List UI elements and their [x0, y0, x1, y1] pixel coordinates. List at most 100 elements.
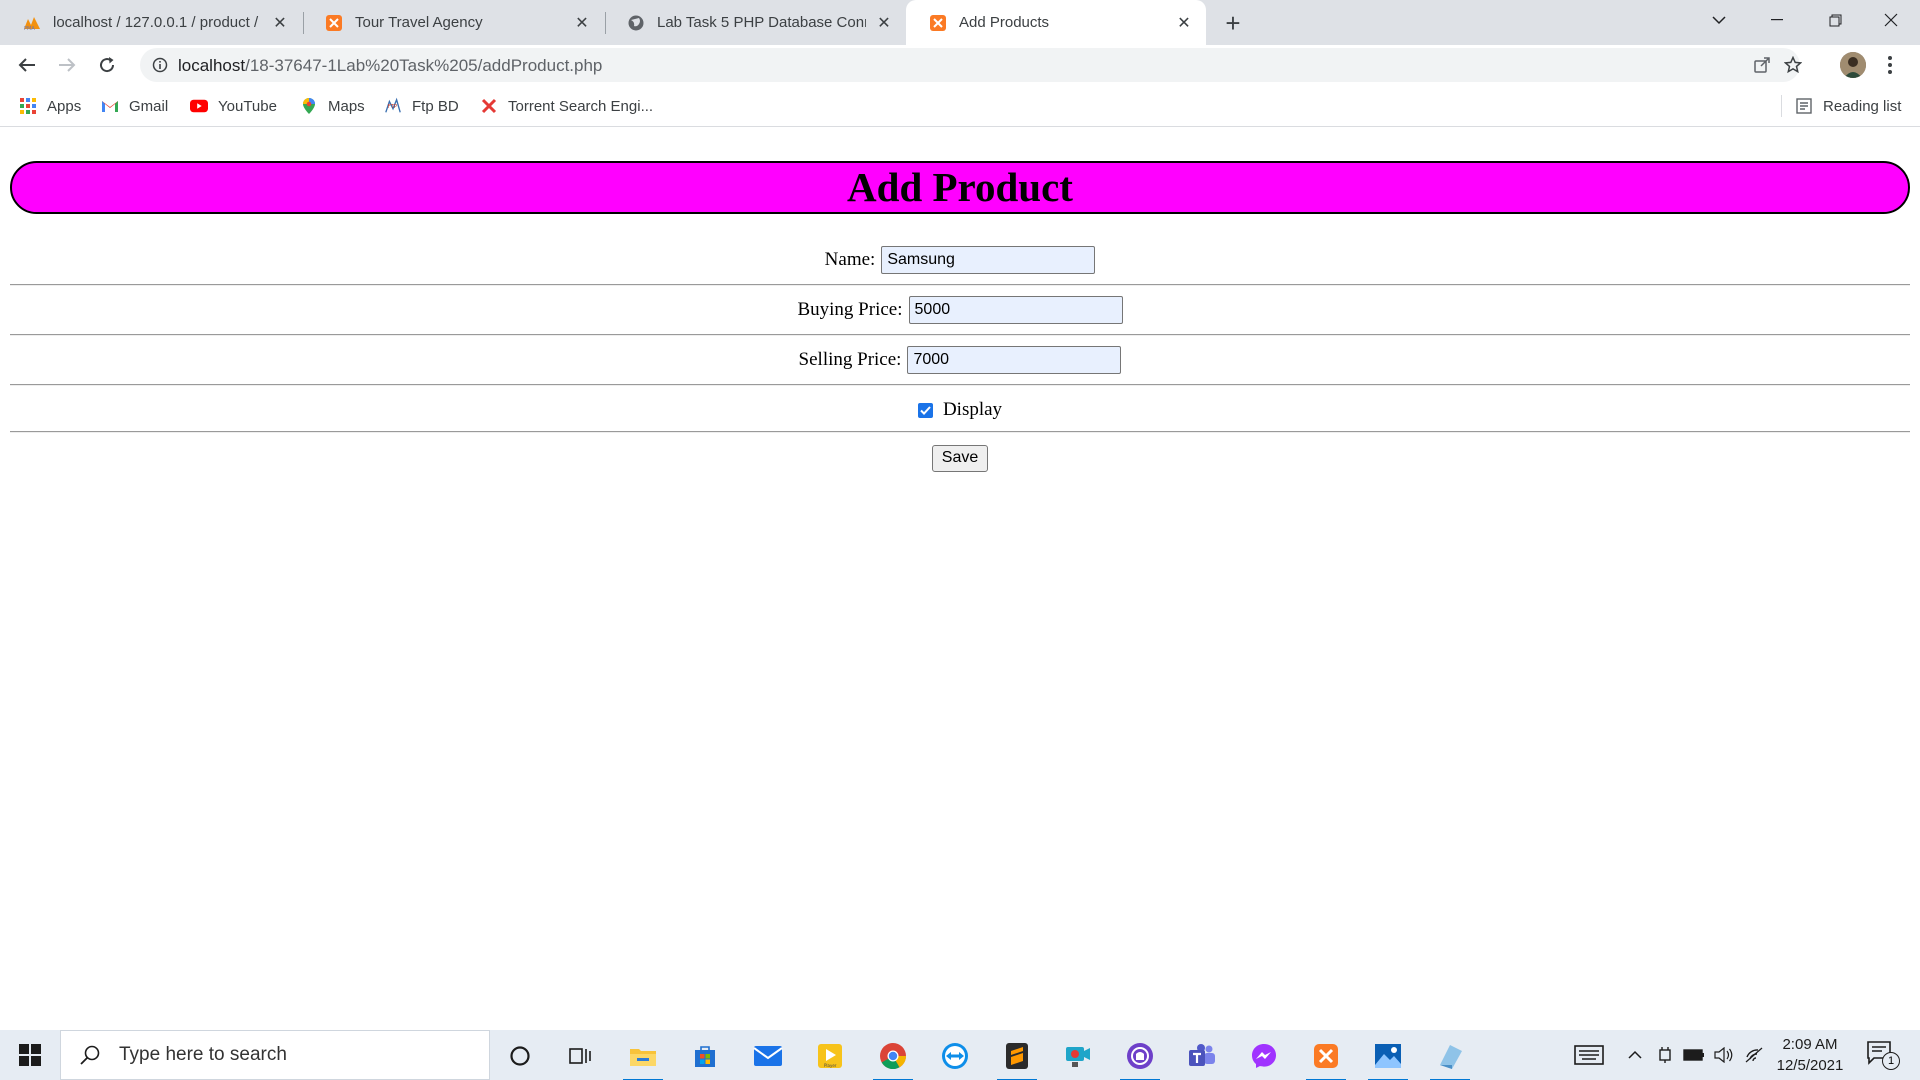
globe-icon: [626, 13, 646, 33]
divider: [10, 334, 1910, 336]
volume-icon[interactable]: [1712, 1042, 1736, 1068]
checkmark-icon: [920, 405, 931, 415]
page-content: Add Product Name: Buying Price: Selling …: [0, 128, 1920, 1030]
save-button[interactable]: Save: [931, 444, 989, 472]
close-icon[interactable]: ✕: [270, 13, 290, 33]
taskbar-search-box[interactable]: Type here to search: [60, 1030, 490, 1080]
notepad-app-icon[interactable]: [1426, 1035, 1474, 1080]
back-arrow-icon[interactable]: [13, 51, 41, 79]
reading-list-icon: [1795, 97, 1813, 115]
reload-icon[interactable]: [93, 51, 121, 79]
taskbar-clock[interactable]: 2:09 AM 12/5/2021: [1770, 1034, 1850, 1076]
media-player-icon[interactable]: Player: [806, 1035, 854, 1077]
bookmark-gmail[interactable]: Gmail: [101, 96, 168, 116]
maps-pin-icon: [300, 97, 318, 115]
tab-search-chevron-icon[interactable]: [1690, 0, 1748, 40]
file-explorer-icon[interactable]: [619, 1035, 667, 1080]
divider: [10, 431, 1910, 433]
bookmarks-bar: Apps Gmail YouTube Maps FTP Ftp BD Torre…: [0, 85, 1920, 127]
bookmark-label: Maps: [328, 97, 365, 115]
url-text: localhost/18-37647-1Lab%20Task%205/addPr…: [178, 56, 602, 76]
bookmark-apps[interactable]: Apps: [19, 96, 81, 116]
site-info-icon[interactable]: [150, 55, 170, 75]
task-view-icon[interactable]: [556, 1035, 604, 1077]
teamviewer-icon[interactable]: [931, 1035, 979, 1077]
github-desktop-icon[interactable]: [1116, 1035, 1164, 1080]
selling-price-input[interactable]: [907, 346, 1122, 374]
bookmark-label: Gmail: [129, 97, 169, 115]
name-label: Name:: [824, 249, 876, 270]
tab-tour-travel[interactable]: Tour Travel Agency ✕: [302, 0, 604, 45]
photos-icon[interactable]: [1364, 1035, 1412, 1080]
divider: [10, 384, 1910, 386]
svg-text:Player: Player: [824, 1063, 837, 1068]
restore-icon[interactable]: [1806, 0, 1864, 40]
youtube-icon: [190, 97, 208, 115]
bookmarks-divider: [1781, 95, 1782, 117]
bookmark-star-icon[interactable]: [1783, 55, 1803, 75]
bookmark-label: Apps: [47, 97, 82, 115]
address-bar[interactable]: localhost/18-37647-1Lab%20Task%205/addPr…: [140, 48, 1803, 82]
new-tab-button[interactable]: +: [1218, 8, 1248, 38]
messenger-icon[interactable]: [1240, 1035, 1288, 1077]
keyboard-layout-icon[interactable]: [1572, 1042, 1606, 1068]
divider: [10, 284, 1910, 286]
show-hidden-icons-chevron-icon[interactable]: [1624, 1042, 1646, 1068]
screen-recorder-icon[interactable]: [1054, 1035, 1102, 1077]
svg-text:FTP: FTP: [388, 104, 398, 110]
share-icon[interactable]: [1752, 55, 1772, 75]
sublime-text-icon[interactable]: [993, 1035, 1041, 1080]
gmail-icon: [101, 97, 119, 115]
save-row: Save: [0, 444, 1920, 472]
clock-time: 2:09 AM: [1782, 1036, 1838, 1053]
mail-icon[interactable]: [744, 1035, 792, 1077]
reading-list-button[interactable]: Reading list: [1795, 96, 1901, 116]
tab-title: Add Products: [959, 14, 1050, 31]
page-title: Add Product: [10, 161, 1910, 214]
selling-price-row: Selling Price:: [0, 346, 1920, 374]
bookmark-ftp-bd[interactable]: FTP Ftp BD: [384, 96, 459, 116]
tab-phpmyadmin[interactable]: PMA localhost / 127.0.0.1 / product / p …: [0, 0, 302, 45]
microsoft-store-icon[interactable]: [681, 1035, 729, 1077]
battery-icon[interactable]: [1682, 1042, 1706, 1068]
close-icon[interactable]: ✕: [572, 13, 592, 33]
tab-title: localhost / 127.0.0.1 / product / p: [53, 14, 262, 31]
phpmyadmin-icon: PMA: [22, 13, 42, 33]
bookmark-maps[interactable]: Maps: [300, 96, 365, 116]
chrome-icon[interactable]: [869, 1035, 917, 1080]
browser-tab-strip: PMA localhost / 127.0.0.1 / product / p …: [0, 0, 1920, 45]
tab-title: Tour Travel Agency: [355, 14, 483, 31]
display-checkbox[interactable]: [917, 402, 933, 418]
name-row: Name:: [0, 246, 1920, 274]
notification-center-icon[interactable]: 1: [1866, 1040, 1900, 1072]
notification-badge: 1: [1882, 1052, 1900, 1070]
close-window-icon[interactable]: [1862, 0, 1920, 40]
minimize-icon[interactable]: [1748, 0, 1806, 40]
bookmark-label: Torrent Search Engi...: [508, 97, 654, 115]
url-path: /18-37647-1Lab%20Task%205/addProduct.php: [245, 56, 603, 75]
display-row: Display: [0, 396, 1920, 424]
profile-avatar[interactable]: [1840, 52, 1866, 78]
tab-add-products[interactable]: Add Products ✕: [906, 0, 1206, 45]
bookmark-torrent-search[interactable]: Torrent Search Engi...: [480, 96, 653, 116]
forward-arrow-icon[interactable]: [53, 51, 81, 79]
search-placeholder: Type here to search: [119, 1044, 287, 1065]
tab-lab-task[interactable]: Lab Task 5 PHP Database Connec ✕: [604, 0, 906, 45]
xampp-icon: [324, 13, 344, 33]
wifi-icon[interactable]: [1742, 1042, 1766, 1068]
name-input[interactable]: [881, 246, 1096, 274]
close-icon[interactable]: ✕: [874, 13, 894, 33]
close-icon[interactable]: ✕: [1174, 13, 1194, 33]
windows-taskbar: Type here to search Player 2:09 AM 12/5/…: [0, 1030, 1920, 1080]
microsoft-teams-icon[interactable]: [1178, 1035, 1226, 1077]
buying-price-row: Buying Price:: [0, 296, 1920, 324]
svg-text:PMA: PMA: [24, 26, 35, 31]
more-menu-icon[interactable]: [1880, 52, 1900, 78]
windows-start-icon[interactable]: [0, 1030, 60, 1080]
selling-price-label: Selling Price:: [798, 349, 902, 370]
meet-now-icon[interactable]: [1654, 1042, 1676, 1068]
xampp-control-icon[interactable]: [1302, 1035, 1350, 1080]
cortana-icon[interactable]: [496, 1035, 544, 1077]
bookmark-youtube[interactable]: YouTube: [190, 96, 277, 116]
buying-price-input[interactable]: [908, 296, 1123, 324]
